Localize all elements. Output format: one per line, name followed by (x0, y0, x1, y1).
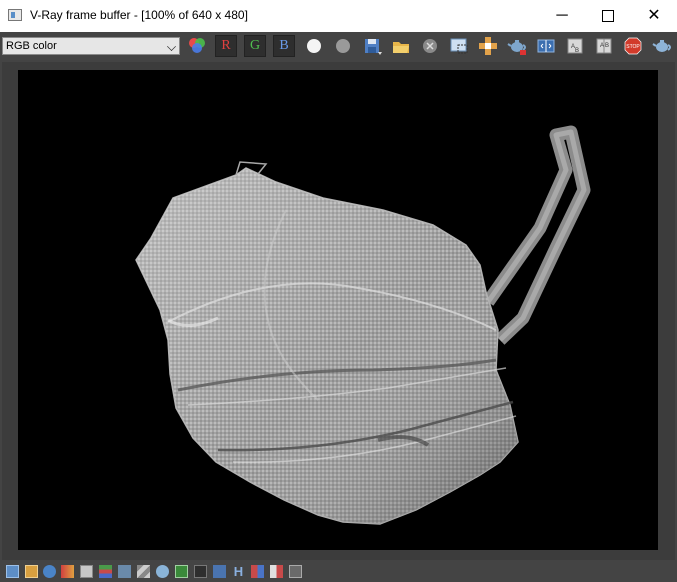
color-correction-icon[interactable] (61, 565, 74, 578)
blue-channel-button[interactable]: B (273, 35, 295, 57)
compare-icon[interactable] (535, 35, 557, 57)
render-image[interactable] (18, 70, 658, 550)
ocio-icon[interactable] (194, 565, 207, 578)
stereo-icon[interactable] (251, 565, 264, 578)
background-icon[interactable] (137, 565, 150, 578)
stop-label: STOP (626, 44, 640, 50)
title-bar: V-Ray frame buffer - [100% of 640 x 480]… (0, 0, 677, 32)
region-render-icon[interactable] (448, 35, 470, 57)
vray-frame-buffer-window: V-Ray frame buffer - [100% of 640 x 480]… (0, 0, 677, 582)
render-teapot-icon[interactable] (651, 35, 673, 57)
green-channel-button[interactable]: G (244, 35, 266, 57)
channel-select[interactable]: RGB color (2, 37, 180, 55)
teapot-icon[interactable] (506, 35, 528, 57)
image-icon[interactable] (175, 565, 188, 578)
ab-vertical-icon[interactable]: AB (593, 35, 615, 57)
maximize-icon (602, 9, 614, 22)
track-mouse-icon[interactable] (477, 35, 499, 57)
color-balls-icon[interactable] (186, 35, 208, 57)
gray-circle-icon[interactable] (332, 35, 354, 57)
history-icon[interactable] (25, 565, 38, 578)
info-icon[interactable] (43, 565, 56, 578)
face-mask-render (135, 125, 591, 525)
white-circle-icon[interactable] (303, 35, 325, 57)
chevron-down-icon (167, 42, 176, 51)
app-icon (8, 9, 22, 21)
channel-select-value: RGB color (6, 40, 57, 52)
levels-icon[interactable] (99, 565, 112, 578)
h-icon[interactable]: H (232, 565, 245, 578)
settings-icon[interactable] (289, 565, 302, 578)
status-window-icon[interactable] (6, 565, 19, 578)
minimize-button[interactable]: ─ (539, 0, 585, 32)
clear-icon[interactable] (419, 35, 441, 57)
curves-icon[interactable] (118, 565, 131, 578)
svg-text:A: A (600, 43, 604, 49)
icc-icon[interactable] (213, 565, 226, 578)
svg-text:B: B (575, 48, 579, 54)
split-icon[interactable] (270, 565, 283, 578)
save-icon[interactable] (361, 35, 383, 57)
lut-icon[interactable] (80, 565, 93, 578)
open-folder-icon[interactable] (390, 35, 412, 57)
close-button[interactable]: ✕ (631, 0, 677, 32)
stop-icon[interactable]: STOP (622, 35, 644, 57)
ab-horizontal-icon[interactable]: AB (564, 35, 586, 57)
window-title: V-Ray frame buffer - [100% of 640 x 480] (30, 8, 248, 22)
svg-text:B: B (605, 43, 609, 49)
lens-effects-icon[interactable] (156, 565, 169, 578)
red-channel-button[interactable]: R (215, 35, 237, 57)
maximize-button[interactable] (585, 0, 631, 32)
